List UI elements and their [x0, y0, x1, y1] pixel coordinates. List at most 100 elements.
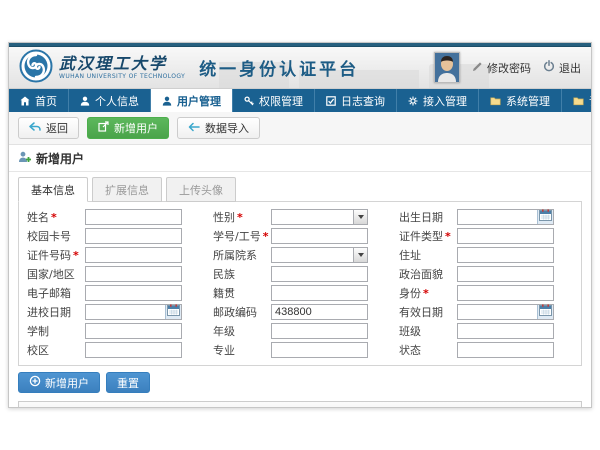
- calendar-icon: [539, 209, 552, 224]
- education-length-input[interactable]: [85, 323, 182, 339]
- identity-input[interactable]: [457, 285, 554, 301]
- form-tabs: 基本信息扩展信息上传头像: [18, 177, 582, 201]
- status-input[interactable]: [457, 342, 554, 358]
- column-header: 操作: [537, 402, 581, 407]
- nav-tab-access-management[interactable]: 接入管理: [397, 89, 479, 112]
- person-icon: [80, 96, 90, 106]
- change-password-link[interactable]: 修改密码: [472, 60, 531, 76]
- gear-icon: [408, 96, 418, 106]
- nav-tab-home[interactable]: 首页: [9, 89, 69, 112]
- section-title: 新增用户: [36, 150, 84, 167]
- nav-tab-system-management[interactable]: 系统管理: [479, 89, 562, 112]
- import-arrow-icon: [188, 122, 200, 134]
- person-icon: [162, 96, 172, 106]
- political-status-input[interactable]: [457, 266, 554, 282]
- student-id-input[interactable]: [271, 228, 368, 244]
- nav-tab-permission-management[interactable]: 权限管理: [233, 89, 315, 112]
- form-field-country-region: 国家/地区: [23, 265, 205, 282]
- id-number-input[interactable]: [85, 247, 182, 263]
- tab-basic-info[interactable]: 基本信息: [18, 177, 88, 202]
- back-arrow-icon: [29, 122, 41, 134]
- form-field-id-number: 证件号码*: [23, 246, 205, 263]
- platform-title: 统一身份认证平台: [199, 55, 359, 80]
- plus-circle-icon: [29, 375, 41, 390]
- valid-date-calendar-button[interactable]: [537, 305, 553, 319]
- section-header: 新增用户: [9, 145, 591, 172]
- nav-tab-log-query[interactable]: 日志查询: [315, 89, 397, 112]
- key-icon: [244, 96, 254, 106]
- campus-input[interactable]: [85, 342, 182, 358]
- column-header: 姓名: [119, 402, 199, 407]
- pencil-icon: [472, 61, 483, 75]
- form-field-grade: 年级: [209, 322, 391, 339]
- form-field-class: 班级: [395, 322, 577, 339]
- select-all-checkbox[interactable]: [23, 407, 33, 408]
- postal-code-input[interactable]: [271, 304, 368, 320]
- form-field-education-length: 学制: [23, 322, 205, 339]
- app-window: 武汉理工大学 WUHAN UNIVERSITY OF TECHNOLOGY 统一…: [8, 42, 592, 408]
- table-header-row: 学号/工号姓名性别身份所属院系操作: [19, 402, 581, 407]
- id-type-input[interactable]: [457, 228, 554, 244]
- university-name-cn: 武汉理工大学: [59, 56, 185, 72]
- enrollment-date-calendar-button[interactable]: [165, 305, 181, 319]
- column-header: 身份: [295, 402, 351, 407]
- nav-tab-subscription-management[interactable]: 订阅管理: [562, 89, 592, 112]
- form-field-ethnicity: 民族: [209, 265, 391, 282]
- address-input[interactable]: [457, 247, 554, 263]
- tab-upload-photo[interactable]: 上传头像: [166, 177, 236, 202]
- user-avatar[interactable]: [434, 52, 460, 83]
- nav-tab-personal-info[interactable]: 个人信息: [69, 89, 151, 112]
- logout-link[interactable]: 退出: [543, 60, 581, 76]
- back-button[interactable]: 返回: [18, 117, 79, 139]
- gender-dropdown-button[interactable]: [353, 209, 368, 225]
- form-field-student-id: 学号/工号*: [209, 227, 391, 244]
- major-input[interactable]: [271, 342, 368, 358]
- new-user-button[interactable]: 新增用户: [87, 117, 169, 139]
- university-logo-block: 武汉理工大学 WUHAN UNIVERSITY OF TECHNOLOGY: [19, 49, 185, 87]
- form-field-email: 电子邮箱: [23, 284, 205, 301]
- form-field-political-status: 政治面貌: [395, 265, 577, 282]
- department-input[interactable]: [271, 247, 353, 263]
- column-header: 学号/工号: [41, 402, 119, 407]
- form-field-campus: 校区: [23, 341, 205, 358]
- form-field-native-place: 籍贯: [209, 284, 391, 301]
- content-area: 返回 新增用户 数据导入: [9, 112, 591, 407]
- native-place-input[interactable]: [271, 285, 368, 301]
- ethnicity-input[interactable]: [271, 266, 368, 282]
- name-input[interactable]: [85, 209, 182, 225]
- form-field-address: 住址: [395, 246, 577, 263]
- form-field-identity: 身份*: [395, 284, 577, 301]
- calendar-icon: [167, 304, 180, 319]
- reset-button[interactable]: 重置: [106, 372, 150, 393]
- department-dropdown-button[interactable]: [353, 247, 368, 263]
- main-nav: 首页 个人信息 用户管理 权限管理 日志查询 接入管理 系统管理 订阅管理: [9, 89, 591, 112]
- tab-extended-info[interactable]: 扩展信息: [92, 177, 162, 202]
- add-user-section-icon: [18, 151, 31, 166]
- class-input[interactable]: [457, 323, 554, 339]
- country-region-input[interactable]: [85, 266, 182, 282]
- select-all-cell: [19, 402, 41, 407]
- email-input[interactable]: [85, 285, 182, 301]
- app-header: 武汉理工大学 WUHAN UNIVERSITY OF TECHNOLOGY 统一…: [9, 47, 591, 89]
- data-import-button[interactable]: 数据导入: [177, 117, 260, 139]
- log-icon: [326, 96, 336, 106]
- user-table: 学号/工号姓名性别身份所属院系操作: [18, 401, 582, 407]
- chevron-down-icon: [358, 253, 364, 257]
- form-field-id-type: 证件类型*: [395, 227, 577, 244]
- screenshot-canvas: 武汉理工大学 WUHAN UNIVERSITY OF TECHNOLOGY 统一…: [0, 0, 600, 450]
- basic-info-form: 姓名* 性别* 出生日期 校园卡号 学号/工号* 证件类型* 证件号码* 所属院…: [18, 201, 582, 366]
- submit-add-user-button[interactable]: 新增用户: [18, 372, 100, 393]
- form-field-name: 姓名*: [23, 208, 205, 225]
- nav-tab-user-management[interactable]: 用户管理: [151, 89, 233, 112]
- campus-card-no-input[interactable]: [85, 228, 182, 244]
- birth-date-calendar-button[interactable]: [537, 210, 553, 224]
- folder-icon: [490, 96, 501, 106]
- form-field-campus-card-no: 校园卡号: [23, 227, 205, 244]
- chevron-down-icon: [358, 215, 364, 219]
- column-header: 所属院系: [351, 402, 537, 407]
- form-field-major: 专业: [209, 341, 391, 358]
- toolbar: 返回 新增用户 数据导入: [9, 112, 591, 145]
- gender-input[interactable]: [271, 209, 353, 225]
- power-icon: [543, 60, 555, 75]
- grade-input[interactable]: [271, 323, 368, 339]
